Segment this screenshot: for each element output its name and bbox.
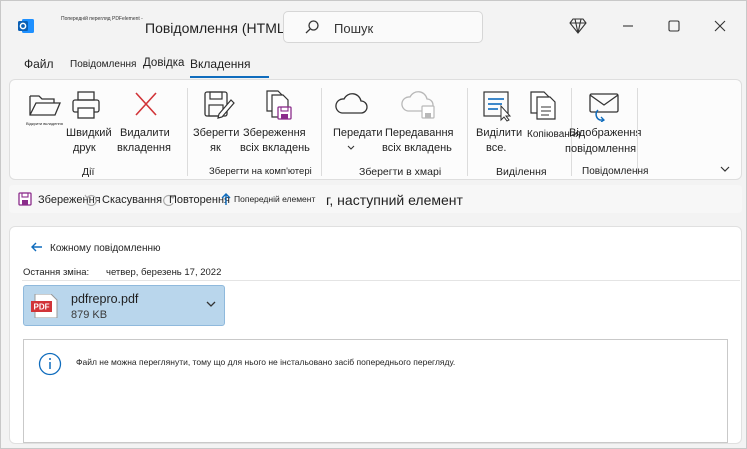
save-as-label-2: як [210, 142, 221, 154]
cloud-save-icon [400, 90, 438, 123]
search-placeholder: Пошук [334, 21, 374, 36]
select-all-label-1: Виділити [476, 127, 523, 139]
diamond-icon[interactable] [567, 15, 589, 37]
tab-help[interactable]: Довідка [143, 57, 184, 69]
attachment-filesize: 879 KB [71, 309, 108, 321]
send-label: Передати [333, 127, 383, 139]
qat-undo-label[interactable]: Скасування [102, 194, 162, 206]
delete-label-1: Видалити [120, 127, 170, 139]
title-bar: Попередній перегляд PDFelement - Повідом… [1, 1, 746, 53]
attachment-filename: pdfrepro.pdf [71, 292, 139, 306]
ribbon-separator [637, 88, 638, 176]
show-message-label-1: Відображення [569, 127, 642, 139]
window-title: Повідомлення (HTML) [145, 20, 290, 36]
quick-print-label-2: друк [73, 142, 96, 154]
ribbon-expand-chevron-icon[interactable] [720, 164, 730, 176]
outlook-logo-icon [17, 17, 35, 35]
undo-icon[interactable] [83, 192, 97, 209]
printer-icon [70, 90, 102, 123]
send-all-label-2: всіх вкладень [382, 142, 452, 154]
minimize-icon[interactable] [617, 15, 639, 37]
save-pencil-icon [203, 90, 235, 123]
pdf-file-icon: PDF [31, 293, 59, 321]
group-label-save-to-pc: Зберегти на комп'ютері [209, 166, 312, 177]
group-label-actions: Дії [82, 166, 95, 178]
group-label-selection: Виділення [496, 166, 547, 178]
last-modified-value: четвер, березень 17, 2022 [106, 267, 222, 278]
svg-text:PDF: PDF [34, 303, 50, 312]
save-icon[interactable] [18, 192, 32, 209]
last-modified-label: Остання зміна: [23, 267, 90, 278]
chevron-down-icon [347, 142, 355, 154]
maximize-icon[interactable] [663, 15, 685, 37]
send-all-label-1: Передавання [385, 127, 454, 139]
open-attachment-label: Відкрити вкладення [26, 121, 63, 126]
ribbon-tabs: Файл Повідомлення Довідка Вкладення [1, 57, 746, 79]
search-icon [304, 19, 320, 38]
preview-unavailable-message: Файл не можна переглянути, тому що для н… [76, 357, 456, 367]
back-to-message-link[interactable]: Кожному повідомленню [50, 243, 161, 254]
ribbon-separator [321, 88, 322, 176]
info-icon [38, 352, 62, 379]
ribbon-separator [187, 88, 188, 176]
ribbon: Відкрити вкладення Швидкий друк Видалити… [9, 79, 742, 180]
close-icon[interactable] [709, 15, 731, 37]
group-label-message: Повідомлення [582, 166, 649, 177]
select-all-icon [482, 90, 514, 125]
cloud-icon [333, 92, 369, 119]
qat-next-label[interactable]: г, наступний елемент [326, 192, 463, 208]
quick-access-toolbar: Збереження Скасування Повторення Поперед… [9, 185, 742, 213]
active-tab-indicator [190, 76, 269, 78]
qat-previous-label[interactable]: Попередній елемент [234, 194, 315, 204]
folder-open-icon [28, 92, 62, 121]
preview-unavailable-box: Файл не можна переглянути, тому що для н… [23, 339, 728, 443]
previous-item-icon[interactable] [220, 192, 232, 209]
search-input[interactable]: Пошук [283, 11, 483, 43]
quick-print-label-1: Швидкий [66, 127, 112, 139]
document-title-small: Попередній перегляд PDFelement - [61, 16, 143, 22]
divider [22, 280, 740, 281]
tab-file[interactable]: Файл [24, 57, 54, 71]
delete-label-2: вкладення [117, 142, 171, 154]
copy-icon [528, 89, 558, 124]
attachment-chip[interactable]: PDF pdfrepro.pdf 879 KB [23, 285, 225, 326]
show-message-label-2: повідомлення [565, 143, 637, 155]
select-all-label-2: все. [486, 142, 507, 154]
envelope-arrow-icon [588, 92, 622, 125]
tab-attachments[interactable]: Вкладення [190, 57, 251, 71]
attachment-preview-pane: Кожному повідомленню Остання зміна: четв… [9, 226, 742, 444]
save-as-label-1: Зберегти [193, 127, 240, 139]
back-arrow-icon[interactable] [31, 242, 43, 255]
save-all-label-2: всіх вкладень [240, 142, 310, 154]
delete-x-icon [134, 91, 158, 120]
outlook-window: Попередній перегляд PDFelement - Повідом… [0, 0, 747, 449]
save-all-label-1: Збереження [243, 127, 306, 139]
group-label-save-cloud: Зберегти в хмарі [359, 166, 442, 178]
save-all-icon [264, 89, 294, 124]
chevron-down-icon[interactable] [206, 299, 216, 311]
ribbon-separator [467, 88, 468, 176]
tab-message[interactable]: Повідомлення [70, 59, 136, 70]
